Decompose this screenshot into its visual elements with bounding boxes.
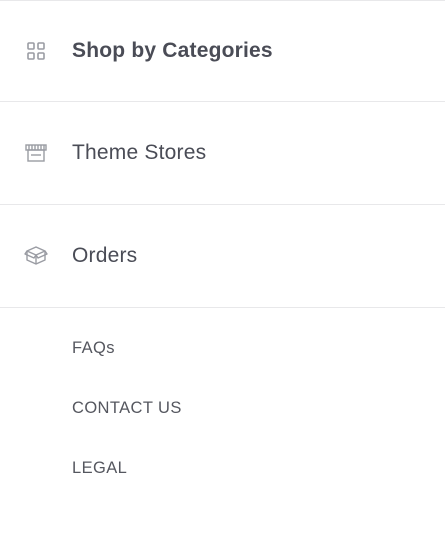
storefront-icon [24,141,48,165]
menu-item-label: Orders [72,244,138,267]
grid-icon [24,39,48,63]
legal-link[interactable]: LEGAL [72,458,182,518]
footer-links: FAQs CONTACT US LEGAL [72,338,182,518]
menu-item-label: Theme Stores [72,141,207,164]
menu-item-orders[interactable]: Orders [0,205,445,308]
navigation-menu: Shop by Categories Theme Stores Orders [0,0,445,308]
menu-item-shop-by-categories[interactable]: Shop by Categories [0,1,445,102]
faqs-link[interactable]: FAQs [72,338,182,398]
contact-us-link[interactable]: CONTACT US [72,398,182,458]
menu-item-label: Shop by Categories [72,39,273,62]
menu-item-theme-stores[interactable]: Theme Stores [0,102,445,205]
box-icon [24,244,48,268]
